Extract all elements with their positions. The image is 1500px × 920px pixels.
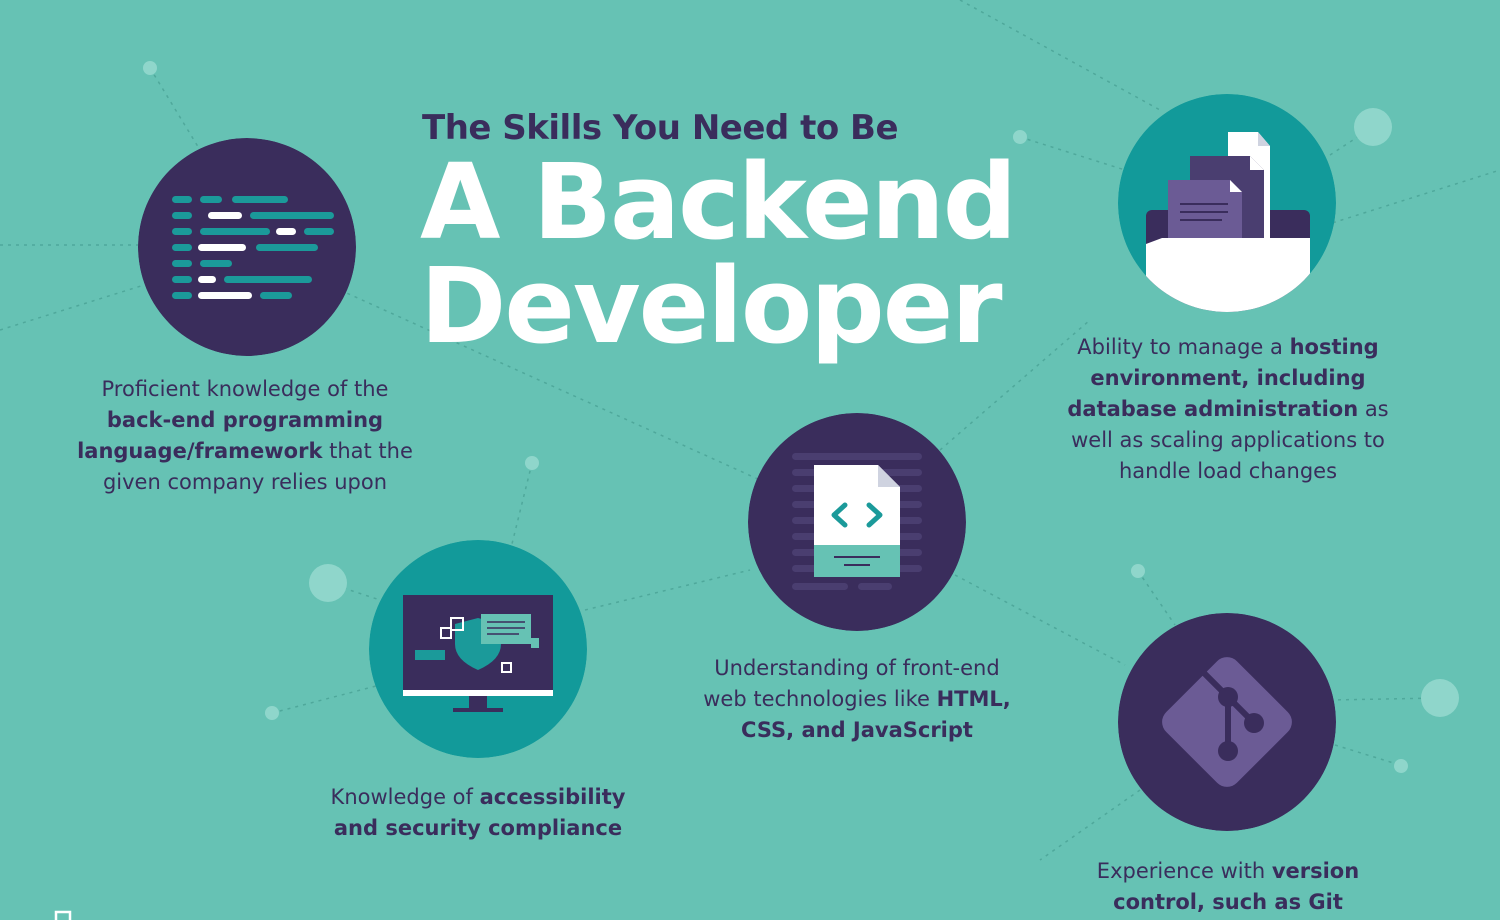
git-icon [1118, 613, 1336, 831]
skill-4-caption: Knowledge of accessibility and security … [318, 782, 638, 844]
page-title: A Backend Developer [420, 141, 1017, 367]
skill-1-caption: Proficient knowledge of the back-end pro… [60, 374, 430, 498]
skill-4-text-a: Knowledge of [330, 785, 480, 809]
html-file-icon [748, 413, 966, 631]
skill-5-caption: Experience with version control, such as… [1068, 856, 1388, 918]
title-line-2: Developer [420, 245, 1003, 367]
code-editor-icon [138, 138, 356, 356]
skill-5-text-a: Experience with [1096, 859, 1272, 883]
skill-2-caption: Ability to manage a hosting environment,… [1058, 332, 1398, 487]
database-folder-icon [1118, 94, 1336, 312]
skill-2-text-a: Ability to manage a [1077, 335, 1290, 359]
infographic-page: The Skills You Need to Be A Backend Deve… [0, 0, 1500, 920]
title-line-1: A Backend [420, 141, 1017, 263]
security-monitor-icon [369, 540, 587, 758]
skill-1-text-a: Proficient knowledge of the [101, 377, 389, 401]
skill-3-caption: Understanding of front-end web technolog… [697, 653, 1017, 746]
